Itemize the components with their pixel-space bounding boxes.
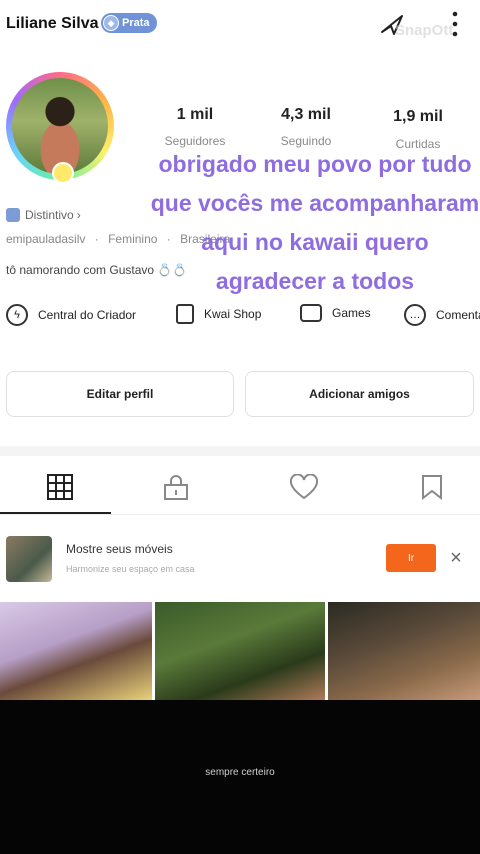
chevron-right-icon: › [76, 208, 81, 222]
tab-grid[interactable] [0, 460, 120, 514]
likes-count: 1,9 mil [393, 108, 443, 125]
kwai-shop-link[interactable]: Kwai Shop [176, 304, 261, 324]
tab-liked[interactable] [244, 460, 364, 514]
shield-icon [6, 208, 20, 222]
video-thumbnail[interactable] [0, 602, 152, 700]
watermark: SnapOtt [395, 22, 454, 39]
games-label: Games [332, 306, 371, 320]
section-divider [0, 446, 480, 456]
close-icon[interactable]: × [446, 544, 466, 572]
badge-icon: ◆ [103, 15, 119, 31]
bag-icon [176, 304, 194, 324]
heart-icon [289, 474, 319, 500]
ad-subtitle: Harmonize seu espaço em casa [66, 564, 195, 574]
distintivo-link[interactable]: Distintivo › [6, 208, 81, 222]
avatar-sticker-icon [52, 162, 74, 184]
distintivo-label: Distintivo [25, 208, 74, 222]
edit-profile-button[interactable]: Editar perfil [6, 371, 234, 417]
creator-center-label: Central do Criador [38, 308, 137, 322]
level-badge[interactable]: ◆ Prata [101, 13, 157, 33]
ad-go-button[interactable]: Ir [386, 544, 436, 572]
lightning-icon: ϟ [6, 304, 28, 326]
profile-name: Liliane Silva [6, 15, 99, 32]
ad-thumbnail[interactable] [6, 536, 52, 582]
comments-link[interactable]: … Comentários [404, 304, 480, 326]
tab-private[interactable] [116, 460, 236, 514]
more-options-icon[interactable] [446, 8, 464, 42]
kwai-shop-label: Kwai Shop [204, 307, 262, 321]
video-thumbnail[interactable] [328, 602, 480, 700]
tab-saved[interactable] [372, 460, 480, 514]
avatar[interactable] [12, 78, 108, 174]
overlay-caption: obrigado meu povo por tudo que vocês me … [150, 151, 480, 294]
followers-count[interactable]: 1 mil [150, 106, 240, 124]
video-thumbnail[interactable] [155, 602, 325, 700]
bookmark-icon [422, 475, 442, 500]
active-tab-indicator [0, 512, 111, 514]
ad-title: Mostre seus móveis [66, 542, 173, 556]
chat-bubble-icon: … [404, 304, 426, 326]
lock-icon [164, 475, 188, 500]
following-count[interactable]: 4,3 mil [261, 106, 351, 124]
games-link[interactable]: Games [300, 304, 371, 322]
video-caption: sempre certeiro [205, 767, 275, 778]
username: emipauladasilv [6, 232, 86, 246]
grid-icon [47, 474, 73, 500]
creator-center-link[interactable]: ϟ Central do Criador [6, 304, 136, 326]
badge-label: Prata [122, 17, 150, 29]
gamepad-icon [300, 304, 322, 322]
add-friends-button[interactable]: Adicionar amigos [245, 371, 474, 417]
comments-label: Comentários [436, 308, 480, 322]
